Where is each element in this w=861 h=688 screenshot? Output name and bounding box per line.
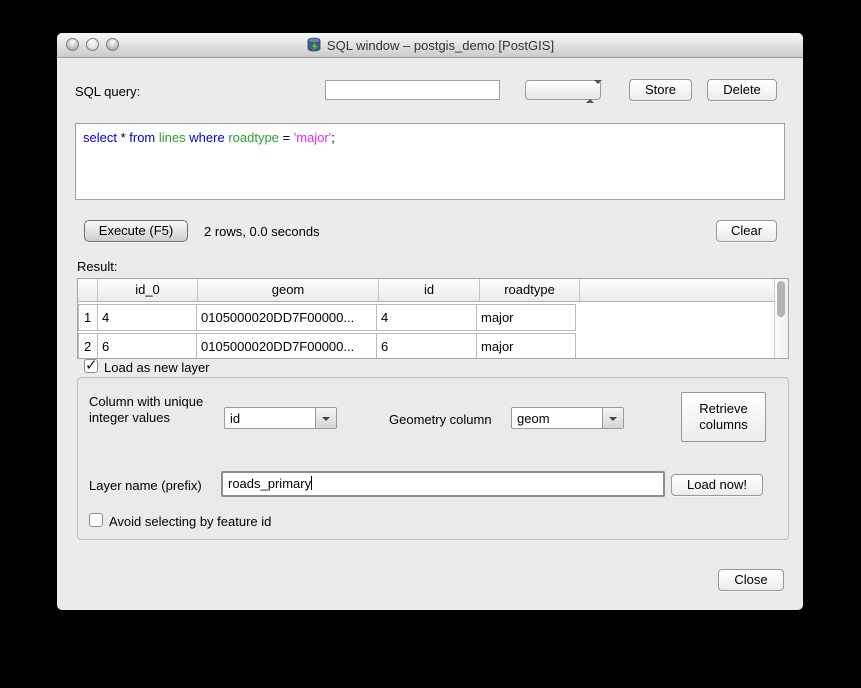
- query-status-text: 2 rows, 0.0 seconds: [204, 224, 320, 239]
- layer-name-input[interactable]: roads_primary: [221, 471, 665, 497]
- sql-token: 'major': [294, 130, 331, 145]
- chevron-down-icon: [322, 417, 330, 421]
- retrieve-columns-button[interactable]: Retrieve columns: [681, 392, 766, 442]
- table-scrollbar-thumb[interactable]: [777, 281, 785, 317]
- sql-editor-text: select * from lines where roadtype = 'ma…: [83, 130, 777, 145]
- column-header-id[interactable]: id: [379, 279, 480, 301]
- delete-button[interactable]: Delete: [707, 79, 777, 101]
- result-label: Result:: [77, 259, 117, 274]
- geometry-column-value: geom: [517, 411, 550, 426]
- sql-query-label: SQL query:: [75, 84, 140, 99]
- store-button[interactable]: Store: [629, 79, 692, 101]
- stored-query-select[interactable]: [525, 80, 601, 100]
- row-number-cell[interactable]: 1: [78, 304, 98, 331]
- combo-dropdown-button[interactable]: [315, 408, 336, 428]
- result-table-body: 140105000020DD7F00000...4major2601050000…: [78, 302, 788, 359]
- clear-button[interactable]: Clear: [716, 220, 777, 242]
- table-cell[interactable]: 0105000020DD7F00000...: [196, 333, 377, 359]
- window-title: SQL window – postgis_demo [PostGIS]: [327, 38, 554, 53]
- load-as-new-layer-label: Load as new layer: [104, 360, 210, 375]
- sql-editor[interactable]: select * from lines where roadtype = 'ma…: [75, 123, 785, 200]
- row-number-header: [78, 279, 98, 301]
- layer-name-label: Layer name (prefix): [89, 478, 202, 493]
- avoid-selecting-label: Avoid selecting by feature id: [109, 514, 271, 529]
- desktop: { "window": { "title": "SQL window – pos…: [0, 0, 861, 688]
- result-table-header: id_0geomidroadtype: [78, 279, 788, 302]
- execute-button[interactable]: Execute (F5): [84, 220, 188, 242]
- avoid-selecting-checkbox[interactable]: ✓: [89, 513, 103, 527]
- sql-token: select: [83, 130, 117, 145]
- table-cell[interactable]: 6: [97, 333, 197, 359]
- text-cursor: [311, 476, 312, 490]
- chevron-down-icon: [609, 417, 617, 421]
- table-row[interactable]: 260105000020DD7F00000...6major: [78, 333, 788, 359]
- column-header-geom[interactable]: geom: [198, 279, 379, 301]
- sql-token: =: [279, 130, 294, 145]
- sql-token: lines: [159, 130, 186, 145]
- layer-name-value: roads_primary: [228, 476, 311, 491]
- unique-column-label: Column with unique integer values: [89, 394, 221, 426]
- table-cell[interactable]: major: [476, 304, 576, 331]
- table-scrollbar[interactable]: [774, 279, 788, 358]
- query-name-input[interactable]: [325, 80, 500, 100]
- column-header-id_0[interactable]: id_0: [98, 279, 198, 301]
- table-cell[interactable]: 6: [376, 333, 477, 359]
- geometry-column-combo[interactable]: geom: [511, 407, 624, 429]
- sql-token: ;: [331, 130, 335, 145]
- load-now-button[interactable]: Load now!: [671, 474, 763, 496]
- checkmark-icon: ✓: [85, 356, 98, 374]
- load-as-new-layer-checkbox[interactable]: ✓: [84, 359, 98, 373]
- sql-token: *: [117, 130, 129, 145]
- header-filler: [580, 279, 788, 301]
- table-row[interactable]: 140105000020DD7F00000...4major: [78, 304, 788, 331]
- sql-token: from: [129, 130, 155, 145]
- unique-column-combo[interactable]: id: [224, 407, 337, 429]
- table-cell[interactable]: major: [476, 333, 576, 359]
- unique-column-value: id: [230, 411, 240, 426]
- sql-token: where: [189, 130, 224, 145]
- table-cell[interactable]: 0105000020DD7F00000...: [196, 304, 377, 331]
- combo-dropdown-button[interactable]: [602, 408, 623, 428]
- close-button[interactable]: Close: [718, 569, 784, 591]
- sql-token: roadtype: [228, 130, 279, 145]
- result-table: id_0geomidroadtype 140105000020DD7F00000…: [77, 278, 789, 359]
- table-cell[interactable]: 4: [97, 304, 197, 331]
- title-bar[interactable]: SQL window – postgis_demo [PostGIS]: [57, 33, 803, 58]
- database-icon: [306, 37, 322, 53]
- column-header-roadtype[interactable]: roadtype: [480, 279, 580, 301]
- geometry-column-label: Geometry column: [389, 412, 492, 427]
- popup-arrows-icon: [586, 84, 594, 99]
- sql-window: SQL window – postgis_demo [PostGIS] SQL …: [57, 33, 803, 610]
- table-cell[interactable]: 4: [376, 304, 477, 331]
